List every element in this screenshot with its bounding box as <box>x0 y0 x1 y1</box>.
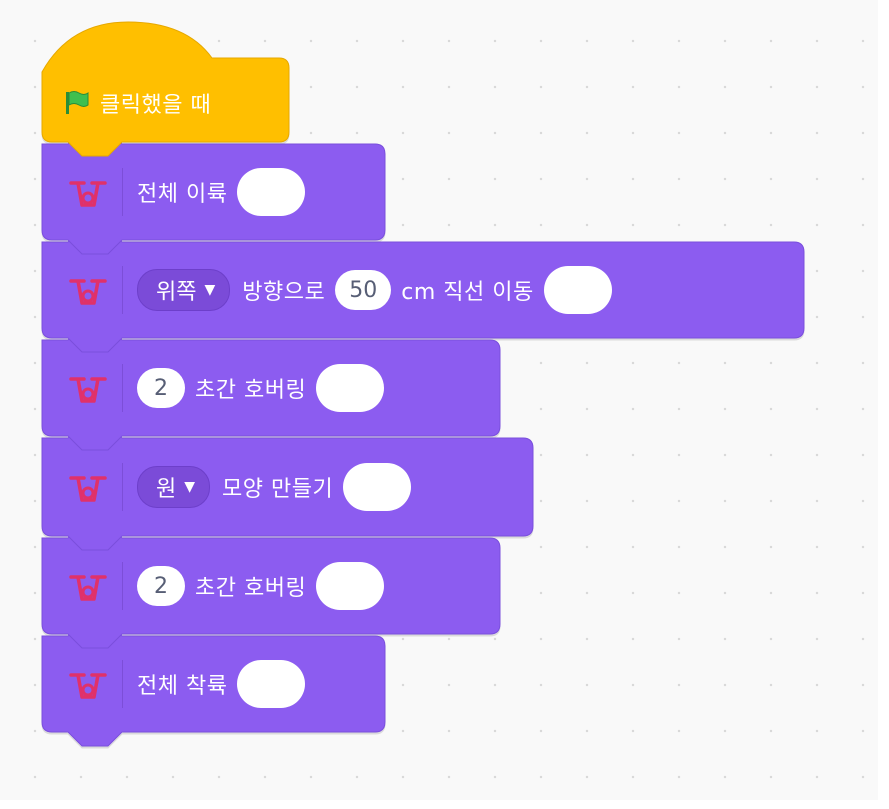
drone-icon <box>69 377 107 403</box>
block-make-shape[interactable]: 원 ▼ 모양 만들기 <box>68 461 412 513</box>
block-move-direction[interactable]: 위쪽 ▼ 방향으로 50 cm 직선 이동 <box>68 264 612 316</box>
land-label: 전체 착륙 <box>137 674 228 699</box>
green-flag-icon <box>66 91 89 114</box>
shape-label: 모양 만들기 <box>222 477 334 502</box>
drone-icon <box>69 279 107 305</box>
block-separator <box>122 266 123 314</box>
block-separator <box>122 364 123 412</box>
drone-icon <box>69 575 107 601</box>
boolean-input-slot[interactable] <box>316 364 385 412</box>
dropdown-arrow-icon: ▼ <box>184 479 196 495</box>
seconds-input[interactable]: 2 <box>137 368 185 408</box>
direction-dropdown[interactable]: 위쪽 ▼ <box>137 269 231 311</box>
distance-input[interactable]: 50 <box>335 270 392 310</box>
shape-value: 원 <box>156 477 177 502</box>
event-when-flag-clicked[interactable]: 클릭했을 때 <box>62 82 221 124</box>
seconds-input[interactable]: 2 <box>137 566 185 606</box>
block-land[interactable]: 전체 착륙 <box>68 658 306 710</box>
hover-label: 초간 호버링 <box>195 378 307 403</box>
move-text-distance: cm 직선 이동 <box>401 280 534 305</box>
move-text-direction: 방향으로 <box>242 280 326 305</box>
block-separator <box>122 463 123 511</box>
direction-value: 위쪽 <box>156 280 197 305</box>
drone-icon <box>69 673 107 699</box>
boolean-input-slot[interactable] <box>316 562 385 610</box>
event-label: 클릭했을 때 <box>100 93 212 118</box>
takeoff-label: 전체 이륙 <box>137 182 228 207</box>
boolean-input-slot[interactable] <box>237 168 306 216</box>
block-separator <box>122 168 123 216</box>
block-hover[interactable]: 2 초간 호버링 <box>68 560 385 612</box>
shape-dropdown[interactable]: 원 ▼ <box>137 466 211 508</box>
block-separator <box>122 562 123 610</box>
boolean-input-slot[interactable] <box>343 463 412 511</box>
dropdown-arrow-icon: ▼ <box>204 282 216 298</box>
hover-label: 초간 호버링 <box>195 576 307 601</box>
boolean-input-slot[interactable] <box>543 266 612 314</box>
drone-icon <box>69 476 107 502</box>
boolean-input-slot[interactable] <box>237 660 306 708</box>
drone-icon <box>69 181 107 207</box>
block-separator <box>122 660 123 708</box>
block-hover[interactable]: 2 초간 호버링 <box>68 362 385 414</box>
block-takeoff[interactable]: 전체 이륙 <box>68 166 306 218</box>
